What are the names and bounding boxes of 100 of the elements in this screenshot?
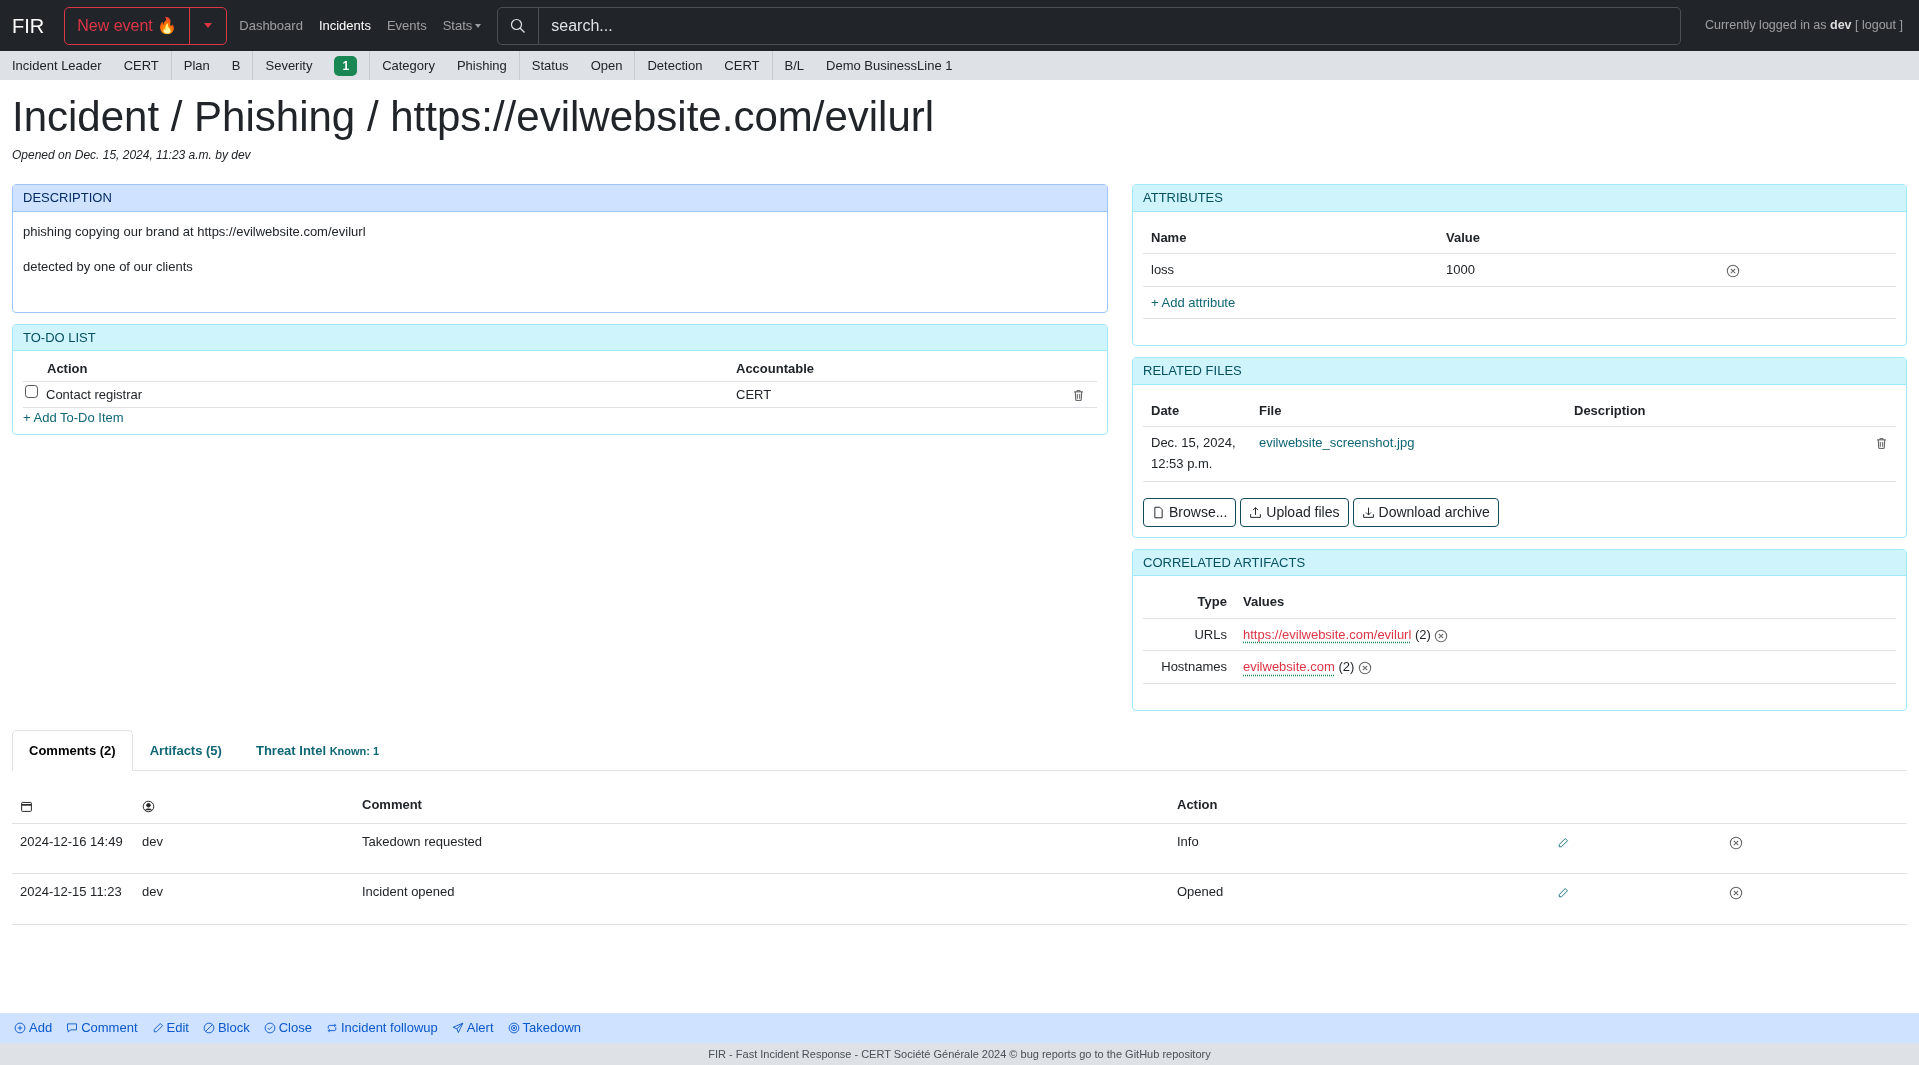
artifact-link[interactable]: evilwebsite.com bbox=[1243, 659, 1335, 675]
action-link[interactable]: Takedown bbox=[507, 1018, 582, 1038]
attribute-value: 1000 bbox=[1446, 262, 1475, 278]
caret-icon bbox=[204, 23, 213, 28]
dropdown-toggle-button[interactable] bbox=[189, 6, 228, 45]
target-icon bbox=[507, 1022, 520, 1034]
delete-link[interactable] bbox=[1729, 884, 1743, 900]
nav-link[interactable]: Incidents bbox=[314, 15, 375, 36]
info-label: Detection bbox=[647, 56, 703, 75]
search-field[interactable]: search... bbox=[539, 6, 1681, 45]
column-header: Name bbox=[1151, 229, 1187, 245]
column-header: Action bbox=[1177, 797, 1218, 813]
artifact-count: (2) bbox=[1414, 627, 1431, 642]
nav-link[interactable]: Stats bbox=[438, 15, 486, 36]
trash-icon bbox=[1072, 388, 1085, 402]
action-link[interactable]: Add bbox=[14, 1018, 53, 1038]
browse-button[interactable]: Browse... bbox=[1143, 498, 1237, 527]
close-circle-icon bbox=[1729, 886, 1743, 901]
description-text: detected by one of our clients bbox=[23, 258, 194, 277]
column-header: Value bbox=[1446, 229, 1480, 245]
pencil-icon bbox=[151, 1022, 164, 1034]
tab[interactable]: Artifacts (5) bbox=[132, 730, 239, 772]
severity-badge: 1 bbox=[334, 55, 358, 76]
attribute-name: loss bbox=[1151, 262, 1175, 278]
action-link[interactable]: Edit bbox=[151, 1018, 189, 1038]
paper-plane-icon bbox=[451, 1022, 464, 1034]
nav-link[interactable]: Dashboard bbox=[235, 15, 307, 36]
info-value: B bbox=[231, 56, 241, 75]
footer-text: FIR - Fast Incident Response - CERT Société Générale 2024 © bug reports go to the GitHub repository bbox=[708, 1046, 1211, 1062]
info-value: CERT bbox=[123, 56, 159, 75]
action-link[interactable]: Close bbox=[263, 1018, 312, 1038]
info-label: B/L bbox=[784, 56, 805, 75]
column-header: Values bbox=[1243, 594, 1285, 610]
accountable-text: CERT bbox=[736, 386, 772, 402]
caret-icon bbox=[475, 23, 482, 28]
comment-text: Incident opened bbox=[362, 884, 455, 900]
column-header: File bbox=[1259, 402, 1282, 418]
artifact-link[interactable]: https://evilwebsite.com/evilurl bbox=[1243, 627, 1412, 642]
tab[interactable]: Threat Intel Known: 1 bbox=[238, 730, 397, 772]
login-status-text: Currently logged in as dev [ logout ] bbox=[1704, 17, 1903, 35]
tab[interactable]: Comments (2) bbox=[12, 730, 133, 772]
search-icon bbox=[510, 17, 527, 34]
action-link[interactable]: Block bbox=[202, 1018, 250, 1038]
action-link[interactable]: Alert bbox=[451, 1018, 494, 1038]
upload-icon bbox=[1249, 506, 1263, 519]
column-header: Description bbox=[1574, 402, 1646, 418]
brand-logo[interactable]: FIR bbox=[12, 10, 45, 41]
calendar-icon bbox=[20, 799, 33, 813]
info-value: CERT bbox=[724, 56, 760, 75]
opened-info: Opened on Dec. 15, 2024, 11:23 a.m. by dev bbox=[12, 147, 252, 165]
task-text: Contact registrar bbox=[46, 386, 143, 402]
column-header: Comment bbox=[362, 797, 422, 813]
add-attribute-link[interactable]: + Add attribute bbox=[1151, 294, 1236, 310]
info-value: Phishing bbox=[456, 56, 507, 75]
check-circle-icon bbox=[263, 1022, 276, 1034]
loop-arrows-icon bbox=[325, 1022, 338, 1034]
comment-user: dev bbox=[142, 884, 163, 900]
file-link[interactable]: evilwebsite_screenshot.jpg bbox=[1259, 435, 1415, 451]
close-circle-icon bbox=[1729, 835, 1743, 850]
search-button[interactable] bbox=[497, 6, 540, 45]
nav-link[interactable]: Events bbox=[382, 15, 431, 36]
file-date: Dec. 15, 2024, 12:53 p.m. bbox=[1151, 435, 1236, 472]
comment-date: 2024-12-16 14:49 bbox=[20, 834, 123, 849]
footer-link[interactable]: the GitHub repository bbox=[1106, 1047, 1211, 1060]
user-icon bbox=[142, 799, 155, 813]
page-title: Incident / Phishing / https://evilwebsite.com/evilurl bbox=[12, 92, 936, 142]
download-icon bbox=[1361, 506, 1375, 519]
plus-circle-icon bbox=[14, 1022, 26, 1034]
action-link[interactable]: Incident followup bbox=[325, 1018, 438, 1038]
comment-user: dev bbox=[142, 834, 163, 849]
info-label: Incident Leader bbox=[12, 56, 102, 75]
info-label: Category bbox=[382, 56, 435, 75]
task-checkbox[interactable] bbox=[25, 384, 38, 398]
panel-header: CORRELATED ARTIFACTS bbox=[1133, 550, 1906, 577]
description-text: phishing copying our brand at https://evilwebsite.com/evilurl bbox=[23, 222, 367, 241]
artifact-type: URLs bbox=[1194, 627, 1227, 642]
info-value: Demo BusinessLine 1 bbox=[826, 56, 953, 75]
comment-action: Opened bbox=[1177, 884, 1224, 900]
info-value: Open bbox=[590, 56, 623, 75]
column-header: Action bbox=[47, 361, 88, 377]
pencil-icon bbox=[1557, 887, 1569, 900]
info-label: Plan bbox=[183, 56, 210, 75]
info-label: Severity bbox=[265, 56, 313, 75]
delete-link[interactable] bbox=[1729, 834, 1743, 849]
action-link[interactable]: Comment bbox=[66, 1018, 138, 1038]
artifact-count: (2) bbox=[1338, 659, 1355, 675]
column-header: Date bbox=[1151, 402, 1180, 418]
footer-link[interactable]: CERT Société Générale 2024 bbox=[861, 1047, 1007, 1060]
upload-button[interactable]: Upload files bbox=[1240, 498, 1349, 527]
trash-icon bbox=[1875, 437, 1888, 451]
comment-action: Info bbox=[1177, 834, 1199, 849]
column-header: Type bbox=[1197, 594, 1227, 610]
panel-header: DESCRIPTION bbox=[13, 185, 1107, 212]
panel-header: TO-DO LIST bbox=[13, 324, 1107, 352]
column-header: Accountable bbox=[736, 361, 814, 377]
close-circle-icon bbox=[1357, 661, 1372, 676]
new-event-button[interactable]: New event 🔥 bbox=[64, 6, 191, 45]
add-todo-link[interactable]: + Add To-Do Item bbox=[23, 408, 124, 428]
download-button[interactable]: Download archive bbox=[1352, 498, 1499, 527]
block-icon bbox=[202, 1022, 215, 1034]
